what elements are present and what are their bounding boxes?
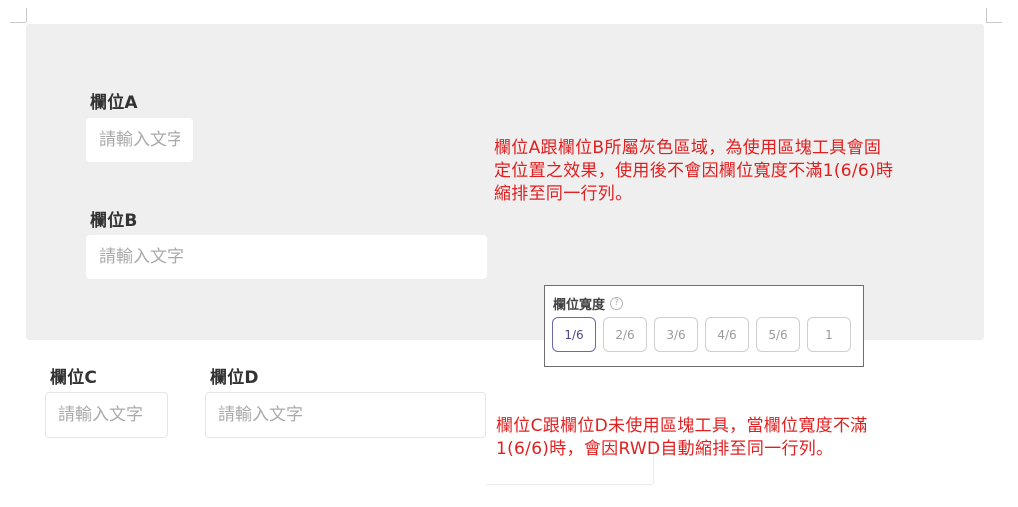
field-d-input[interactable] <box>205 392 486 438</box>
corner-mark-top-left <box>10 22 26 23</box>
field-width-title: 欄位寬度 ? <box>553 294 624 313</box>
field-width-panel: 欄位寬度 ? 1/6 2/6 3/6 4/6 5/6 1 <box>544 285 864 367</box>
width-option-5-6[interactable]: 5/6 <box>756 317 800 352</box>
width-option-2-6[interactable]: 2/6 <box>603 317 647 352</box>
field-b-input[interactable] <box>86 235 487 279</box>
field-a-input[interactable] <box>86 118 193 162</box>
width-option-1[interactable]: 1 <box>807 317 851 352</box>
corner-mark-top-right-vertical <box>986 8 987 22</box>
annotation-top-line-1: 欄位A跟欄位B所屬灰色區域，為使用區塊工具會固 <box>494 138 882 158</box>
corner-mark-top-right <box>986 22 1002 23</box>
annotation-bottom-line-2: 1(6/6)時，會因RWD自動縮排至同一行列。 <box>496 439 834 459</box>
corner-mark-top-left-vertical <box>26 8 27 22</box>
field-d-label: 欄位D <box>210 368 259 388</box>
field-b-label: 欄位B <box>90 211 138 231</box>
annotation-top: 欄位A跟欄位B所屬灰色區域，為使用區塊工具會固 定位置之效果，使用後不會因欄位寬… <box>494 137 893 206</box>
field-c-label: 欄位C <box>50 368 98 388</box>
width-option-3-6[interactable]: 3/6 <box>654 317 698 352</box>
field-width-options: 1/6 2/6 3/6 4/6 5/6 1 <box>552 317 851 352</box>
field-width-title-text: 欄位寬度 <box>553 298 606 313</box>
field-a-label: 欄位A <box>90 93 138 113</box>
annotation-bottom-line-1: 欄位C跟欄位D未使用區塊工具，當欄位寬度不滿 <box>496 416 868 436</box>
width-option-1-6[interactable]: 1/6 <box>552 317 596 352</box>
field-c-input[interactable] <box>45 392 168 438</box>
question-circle-icon[interactable]: ? <box>610 297 624 310</box>
annotation-bottom: 欄位C跟欄位D未使用區塊工具，當欄位寬度不滿 1(6/6)時，會因RWD自動縮排… <box>496 415 868 461</box>
width-option-4-6[interactable]: 4/6 <box>705 317 749 352</box>
annotation-top-line-3: 縮排至同一行列。 <box>494 184 633 204</box>
annotation-top-line-2: 定位置之效果，使用後不會因欄位寬度不滿1(6/6)時 <box>494 161 894 181</box>
